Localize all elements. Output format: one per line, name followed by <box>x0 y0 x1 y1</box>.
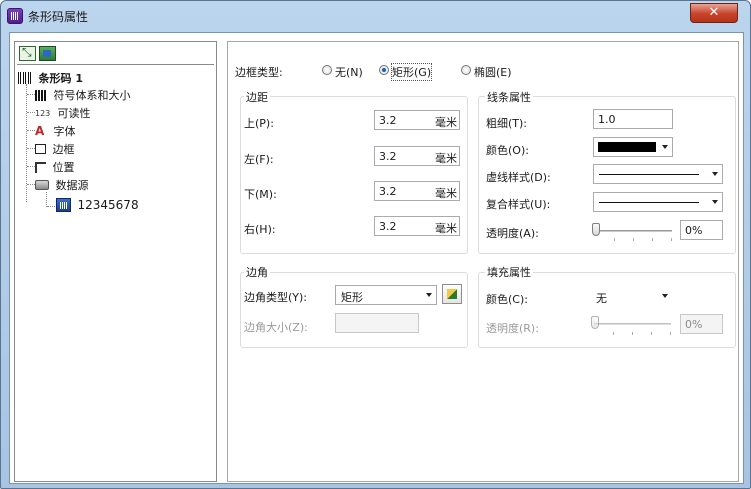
chevron-down-icon <box>662 294 668 298</box>
radio-ellipse-label[interactable]: 椭圆(E) <box>474 64 512 80</box>
barcode-bars-icon <box>35 89 47 101</box>
margin-right-value: 3.2 <box>379 220 397 233</box>
radio-rectangle-label[interactable]: 矩形(G) <box>390 63 433 81</box>
fill-color-label: 颜色(C): <box>486 293 528 306</box>
tree-item-label: 符号体系和大小 <box>53 89 131 102</box>
fill-properties-group <box>478 272 736 348</box>
readability-123-icon: 123 <box>35 108 51 118</box>
margin-right-label: 右(H): <box>244 223 276 236</box>
data-value-icon <box>56 198 71 212</box>
line-transparency-value: 0% <box>685 224 703 237</box>
line-transparency-label: 透明度(A): <box>486 227 539 240</box>
datasource-icon <box>35 180 49 190</box>
line-properties-title: 线条属性 <box>485 89 533 105</box>
chevron-down-icon <box>712 200 718 204</box>
solid-line-preview <box>599 202 699 203</box>
border-type-label: 边框类型: <box>235 66 283 79</box>
line-transparency-input[interactable]: 0% <box>680 220 723 240</box>
copy-properties-icon[interactable] <box>39 46 56 61</box>
line-transparency-track[interactable] <box>595 230 672 232</box>
margin-top-label: 上(P): <box>244 117 274 130</box>
object-tree-pane: 条形码 1 符号体系和大小 123 可读性 A 字体 <box>14 41 217 482</box>
line-thickness-value: 1.0 <box>598 113 616 126</box>
margin-left-value: 3.2 <box>379 150 397 163</box>
expand-all-icon[interactable] <box>19 45 36 61</box>
margin-right-unit: 毫米 <box>435 222 457 235</box>
dash-style-select[interactable] <box>593 164 723 184</box>
tree-toolbar <box>17 44 214 65</box>
line-color-label: 颜色(O): <box>486 144 529 157</box>
margins-group-title: 边距 <box>244 89 270 105</box>
window-title: 条形码属性 <box>28 10 89 24</box>
tree-item-label: 数据源 <box>55 179 89 192</box>
dialog-body: 条形码 1 符号体系和大小 123 可读性 A 字体 <box>9 32 744 484</box>
margin-bottom-unit: 毫米 <box>435 187 457 200</box>
margin-top-value: 3.2 <box>379 114 397 127</box>
fill-color-value: 无 <box>596 292 607 305</box>
tree-item-datasource-value[interactable]: 12345678 <box>56 198 139 212</box>
position-icon <box>35 161 46 173</box>
tree-root-label: 条形码 1 <box>38 72 83 85</box>
compound-style-label: 复合样式(U): <box>486 198 551 211</box>
tree-item-label: 位置 <box>52 161 75 174</box>
corner-type-value: 矩形 <box>341 291 363 304</box>
line-thickness-input[interactable]: 1.0 <box>593 109 673 129</box>
tree-item-readability[interactable]: 123 可读性 <box>35 105 91 120</box>
dash-style-label: 虚线样式(D): <box>486 171 551 184</box>
fill-transparency-track[interactable] <box>594 323 671 325</box>
tree-item-label: 12345678 <box>77 198 139 212</box>
chevron-down-icon <box>662 145 668 149</box>
dialog-window: 条形码属性 ✕ 条形码 1 符号体系和大小 <box>0 0 751 489</box>
tree-item-font[interactable]: A 字体 <box>35 123 76 138</box>
line-color-picker[interactable] <box>593 137 673 157</box>
fill-transparency-thumb[interactable] <box>591 316 599 329</box>
tree-item-label: 可读性 <box>57 107 91 120</box>
fill-properties-title: 填充属性 <box>485 264 533 280</box>
fill-transparency-label: 透明度(R): <box>486 322 539 335</box>
border-icon <box>35 144 46 154</box>
radio-none-label[interactable]: 无(N) <box>335 64 363 80</box>
corner-group-title: 边角 <box>244 264 270 280</box>
tree-item-border[interactable]: 边框 <box>35 141 75 156</box>
corner-type-select[interactable]: 矩形 <box>335 285 437 305</box>
margin-left-label: 左(F): <box>244 153 274 166</box>
radio-rectangle[interactable] <box>379 65 389 75</box>
line-color-swatch <box>598 142 656 152</box>
barcode-icon <box>18 72 32 84</box>
corner-size-input[interactable] <box>335 313 419 333</box>
close-button[interactable]: ✕ <box>690 3 738 23</box>
chevron-down-icon <box>712 172 718 176</box>
chevron-down-icon <box>426 293 432 297</box>
tree-item-label: 字体 <box>53 125 76 138</box>
solid-line-preview <box>599 174 699 175</box>
line-transparency-thumb[interactable] <box>592 223 600 236</box>
title-bar[interactable]: 条形码属性 ✕ <box>1 1 750 31</box>
tree-item-label: 边框 <box>52 143 75 156</box>
corner-type-label: 边角类型(Y): <box>244 291 308 304</box>
tree-item-symbology[interactable]: 符号体系和大小 <box>35 87 131 102</box>
corner-settings-button[interactable] <box>442 284 462 304</box>
margin-top-unit: 毫米 <box>435 116 457 129</box>
line-thickness-label: 粗细(T): <box>486 117 528 130</box>
margin-bottom-label: 下(M): <box>244 188 277 201</box>
corner-size-label: 边角大小(Z): <box>244 321 308 334</box>
radio-ellipse[interactable] <box>461 65 471 75</box>
margin-left-unit: 毫米 <box>435 152 457 165</box>
compound-style-select[interactable] <box>593 192 723 212</box>
properties-panel: 边框类型: 无(N) 矩形(G) 椭圆(E) 边距 上(P): 3.2 毫米 左… <box>227 41 739 482</box>
radio-none[interactable] <box>322 65 332 75</box>
tree-item-position[interactable]: 位置 <box>35 159 75 174</box>
barcode-app-icon <box>7 8 23 24</box>
corner-group <box>240 272 468 348</box>
fill-color-select[interactable]: 无 <box>590 286 673 306</box>
margin-bottom-value: 3.2 <box>379 185 397 198</box>
tree-root-barcode[interactable]: 条形码 1 <box>18 70 83 85</box>
fill-transparency-input[interactable]: 0% <box>680 314 723 334</box>
fill-transparency-value: 0% <box>685 318 703 331</box>
tree-item-datasource[interactable]: 数据源 <box>35 177 89 192</box>
font-icon: A <box>35 124 45 138</box>
